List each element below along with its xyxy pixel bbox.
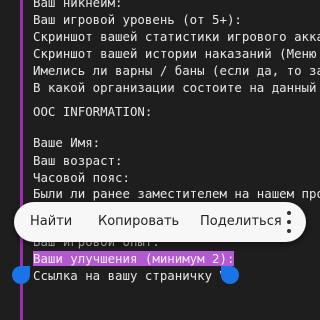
share-button[interactable]: Поделиться [200, 202, 282, 242]
find-button[interactable]: Найти [30, 202, 72, 242]
doc-line-selected[interactable]: Ваши улучшения (минимум 2): [33, 250, 235, 267]
selected-text[interactable]: Ваши улучшения (минимум 2): [33, 251, 235, 266]
doc-line: Имелись ли варны / баны (если да, то за [33, 63, 320, 78]
doc-line: OOC INFORMATION: [33, 104, 153, 119]
doc-line: Были ли ранее заместителем на нашем про [33, 186, 320, 201]
doc-line: Скриншот вашей истории наказаний (Меню [33, 46, 317, 61]
doc-line: Ваше Имя: [33, 135, 101, 150]
doc-line: Ваш возраст: [33, 153, 123, 168]
more-options-icon[interactable] [279, 211, 299, 233]
copy-button[interactable]: Копировать [98, 202, 179, 242]
selection-end-handle[interactable] [221, 266, 239, 284]
doc-line: Ссылка на вашу страничку VK [33, 268, 235, 283]
doc-line: Часовой пояс: [33, 170, 130, 185]
doc-line: Ваш никнейм: [33, 0, 123, 10]
document-text-area[interactable]: Ваш никнейм: Ваш игровой уровень (от 5+)… [0, 0, 320, 320]
doc-line: Ваш игровой уровень (от 5+): [33, 12, 242, 27]
doc-line: В какой организации состоите на данный [33, 80, 317, 95]
text-selection-menu: Найти Копировать Поделиться [14, 202, 306, 242]
doc-line: Скриншот вашей статистики игрового аккау… [33, 29, 320, 44]
selection-start-handle[interactable] [12, 266, 30, 284]
